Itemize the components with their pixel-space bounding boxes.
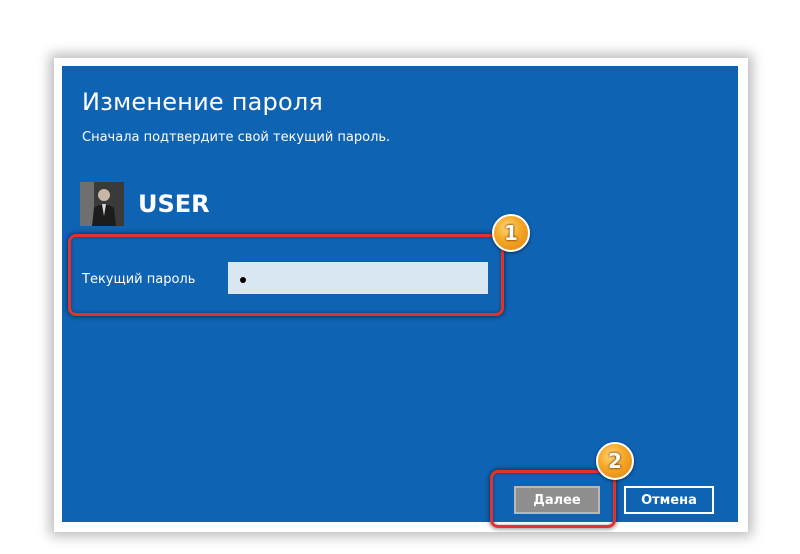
dialog-title: Изменение пароля — [82, 88, 324, 116]
dialog-subtitle: Сначала подтвердите свой текущий пароль. — [82, 130, 391, 145]
highlight-password — [68, 234, 504, 316]
step-badge-2: 2 — [596, 442, 634, 480]
change-password-dialog: Изменение пароля Сначала подтвердите сво… — [62, 66, 738, 528]
step-badge-1: 1 — [492, 214, 530, 252]
avatar — [80, 182, 124, 226]
highlight-next-button — [490, 470, 616, 528]
user-photo-icon — [80, 182, 124, 226]
cancel-button[interactable]: Отмена — [624, 486, 714, 514]
user-row: USER — [80, 182, 210, 226]
username: USER — [138, 190, 210, 218]
